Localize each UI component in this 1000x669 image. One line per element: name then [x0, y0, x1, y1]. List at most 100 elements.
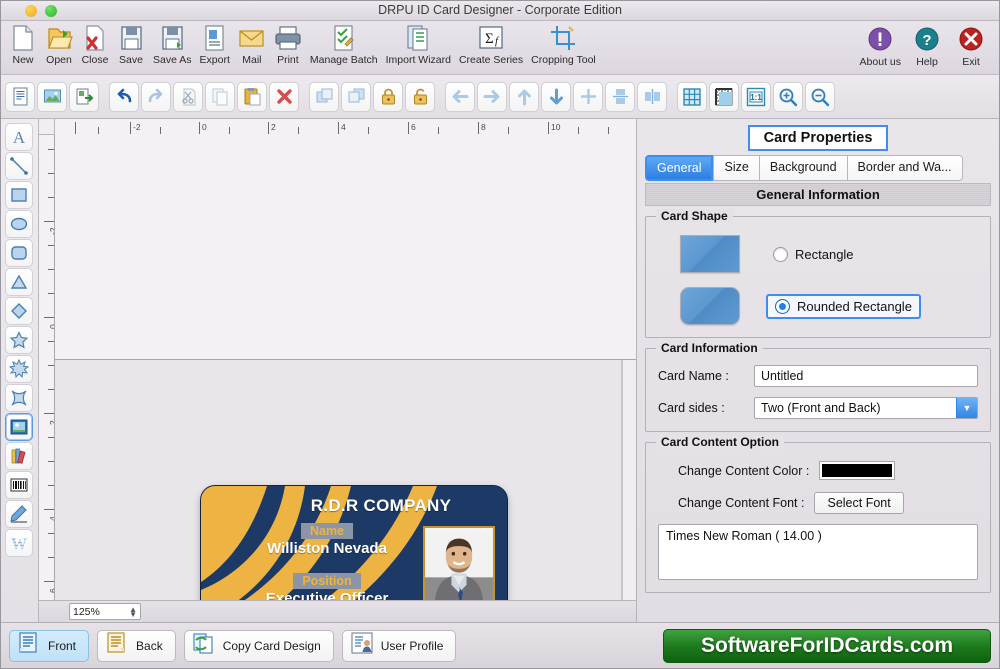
align-bottom-icon[interactable]: [541, 81, 571, 112]
toolbar-button-create-series[interactable]: Σf Create Series: [455, 21, 527, 66]
radio-rectangle[interactable]: Rectangle: [766, 244, 861, 265]
card-sides-row: Card sides : Two (Front and Back) ▼: [658, 397, 978, 419]
star-tool-icon[interactable]: [5, 326, 33, 354]
canvas-vertical-scrollbar[interactable]: [622, 360, 636, 600]
triangle-tool-icon[interactable]: [5, 268, 33, 296]
add-text-icon[interactable]: [5, 81, 35, 112]
radio-button[interactable]: [775, 298, 790, 314]
insert-object-icon[interactable]: [69, 81, 99, 112]
svg-text:A: A: [13, 128, 26, 147]
toolbar-button-save-as[interactable]: Save As: [149, 21, 196, 66]
ruler-icon[interactable]: [709, 81, 739, 112]
toolbar-button-manage-batch[interactable]: Manage Batch: [306, 21, 382, 66]
toolbar-button-about-us[interactable]: About us: [856, 23, 905, 68]
ellipse-tool-icon[interactable]: [5, 210, 33, 238]
rounded-rectangle-thumbnail[interactable]: [680, 287, 740, 325]
watermark-tool-icon[interactable]: W: [5, 529, 33, 557]
user-profile-icon: [350, 631, 374, 660]
rectangle-tool-icon[interactable]: [5, 181, 33, 209]
toolbar-button-cropping-tool[interactable]: Cropping Tool: [527, 21, 600, 66]
undo-icon[interactable]: [109, 81, 139, 112]
card-photo[interactable]: [423, 526, 495, 600]
burst-tool-icon[interactable]: [5, 355, 33, 383]
barcode-tool-icon[interactable]: [5, 471, 33, 499]
ruler-corner: [39, 119, 55, 135]
select-font-button[interactable]: Select Font: [814, 492, 904, 514]
front-side-button[interactable]: Front: [9, 629, 90, 662]
card-shape-option-rectangle[interactable]: Rectangle: [680, 235, 978, 273]
open-folder-icon: [46, 23, 73, 53]
window-title: DRPU ID Card Designer - Corporate Editio…: [378, 3, 622, 17]
copy-icon[interactable]: [205, 81, 235, 112]
tab-general[interactable]: General: [645, 155, 714, 181]
card-company-name: R.D.R COMPANY: [310, 496, 452, 515]
toolbar-button-open[interactable]: Open: [41, 21, 77, 66]
zoom-out-icon[interactable]: [805, 81, 835, 112]
canvas-area: -2 0 2 4: [39, 119, 637, 622]
employee-portrait: [425, 528, 493, 600]
bring-to-front-icon[interactable]: [309, 81, 339, 112]
barcode-library-icon[interactable]: [5, 442, 33, 470]
main-toolbar-items: New Open Close Save Save As Export Mail …: [1, 21, 999, 74]
main-toolbar: New Open Close Save Save As Export Mail …: [1, 21, 999, 75]
align-left-icon[interactable]: [445, 81, 475, 112]
copy-design-icon: [192, 631, 216, 660]
radio-rounded-rectangle[interactable]: Rounded Rectangle: [766, 293, 921, 319]
line-tool-icon[interactable]: [5, 152, 33, 180]
align-middle-v-icon[interactable]: [605, 81, 635, 112]
diamond-tool-icon[interactable]: [5, 297, 33, 325]
card-sides-value: Two (Front and Back): [761, 401, 881, 415]
radio-button[interactable]: [773, 246, 788, 262]
card-shape-option-rounded-rectangle[interactable]: Rounded Rectangle: [680, 287, 978, 325]
actual-size-icon[interactable]: 1:1: [741, 81, 771, 112]
import-wizard-icon: [405, 23, 431, 53]
lock-icon[interactable]: [373, 81, 403, 112]
zoom-spinner-arrows[interactable]: ▲ ▼: [129, 605, 137, 618]
toolbar-button-exit[interactable]: Exit: [949, 23, 993, 68]
toolbar-label: Export: [199, 54, 230, 66]
align-right-icon[interactable]: [477, 81, 507, 112]
card-sides-select[interactable]: Two (Front and Back) ▼: [754, 397, 978, 419]
cut-icon[interactable]: [173, 81, 203, 112]
grid-icon[interactable]: [677, 81, 707, 112]
tab-border-and-watermark[interactable]: Border and Wa...: [846, 155, 963, 181]
send-to-back-icon[interactable]: [341, 81, 371, 112]
card-name-input[interactable]: Untitled: [754, 365, 978, 387]
tab-background[interactable]: Background: [758, 155, 847, 181]
zoom-in-icon[interactable]: [773, 81, 803, 112]
redo-icon[interactable]: [141, 81, 171, 112]
artboard[interactable]: R.D.R COMPANY Name Williston Nevada Posi…: [55, 360, 622, 600]
toolbar-button-close[interactable]: Close: [77, 21, 113, 66]
user-profile-button[interactable]: User Profile: [341, 629, 457, 662]
rectangle-thumbnail[interactable]: [680, 235, 740, 273]
copy-card-design-button[interactable]: Copy Card Design: [183, 629, 334, 662]
toolbar-button-mail[interactable]: Mail: [234, 21, 270, 66]
tab-size[interactable]: Size: [713, 155, 759, 181]
content-color-swatch[interactable]: [819, 461, 896, 480]
add-image-icon[interactable]: [37, 81, 67, 112]
picture-tool-icon[interactable]: [5, 413, 33, 441]
rounded-rect-tool-icon[interactable]: [5, 239, 33, 267]
toolbar-button-help[interactable]: ? Help: [905, 23, 949, 68]
delete-icon[interactable]: [269, 81, 299, 112]
four-point-star-tool-icon[interactable]: [5, 384, 33, 412]
center-icon[interactable]: [573, 81, 603, 112]
toolbar-button-new[interactable]: New: [5, 21, 41, 66]
toolbar-button-save[interactable]: Save: [113, 21, 149, 66]
exit-close-icon: [957, 25, 985, 55]
text-tool-icon[interactable]: A: [5, 123, 33, 151]
toolbar-button-import-wizard[interactable]: Import Wizard: [382, 21, 455, 66]
toolbar-button-print[interactable]: Print: [270, 21, 306, 66]
id-card-preview[interactable]: R.D.R COMPANY Name Williston Nevada Posi…: [201, 486, 507, 600]
align-middle-h-icon[interactable]: [637, 81, 667, 112]
tool-palette: A: [1, 119, 39, 622]
unlock-icon[interactable]: [405, 81, 435, 112]
signature-tool-icon[interactable]: [5, 500, 33, 528]
chevron-down-icon[interactable]: ▼: [956, 398, 977, 418]
toolbar-label: About us: [859, 56, 901, 68]
paste-icon[interactable]: [237, 81, 267, 112]
zoom-stepper[interactable]: 125% ▲ ▼: [69, 603, 141, 620]
back-side-button[interactable]: Back: [97, 629, 176, 662]
align-top-icon[interactable]: [509, 81, 539, 112]
toolbar-button-export[interactable]: Export: [196, 21, 234, 66]
